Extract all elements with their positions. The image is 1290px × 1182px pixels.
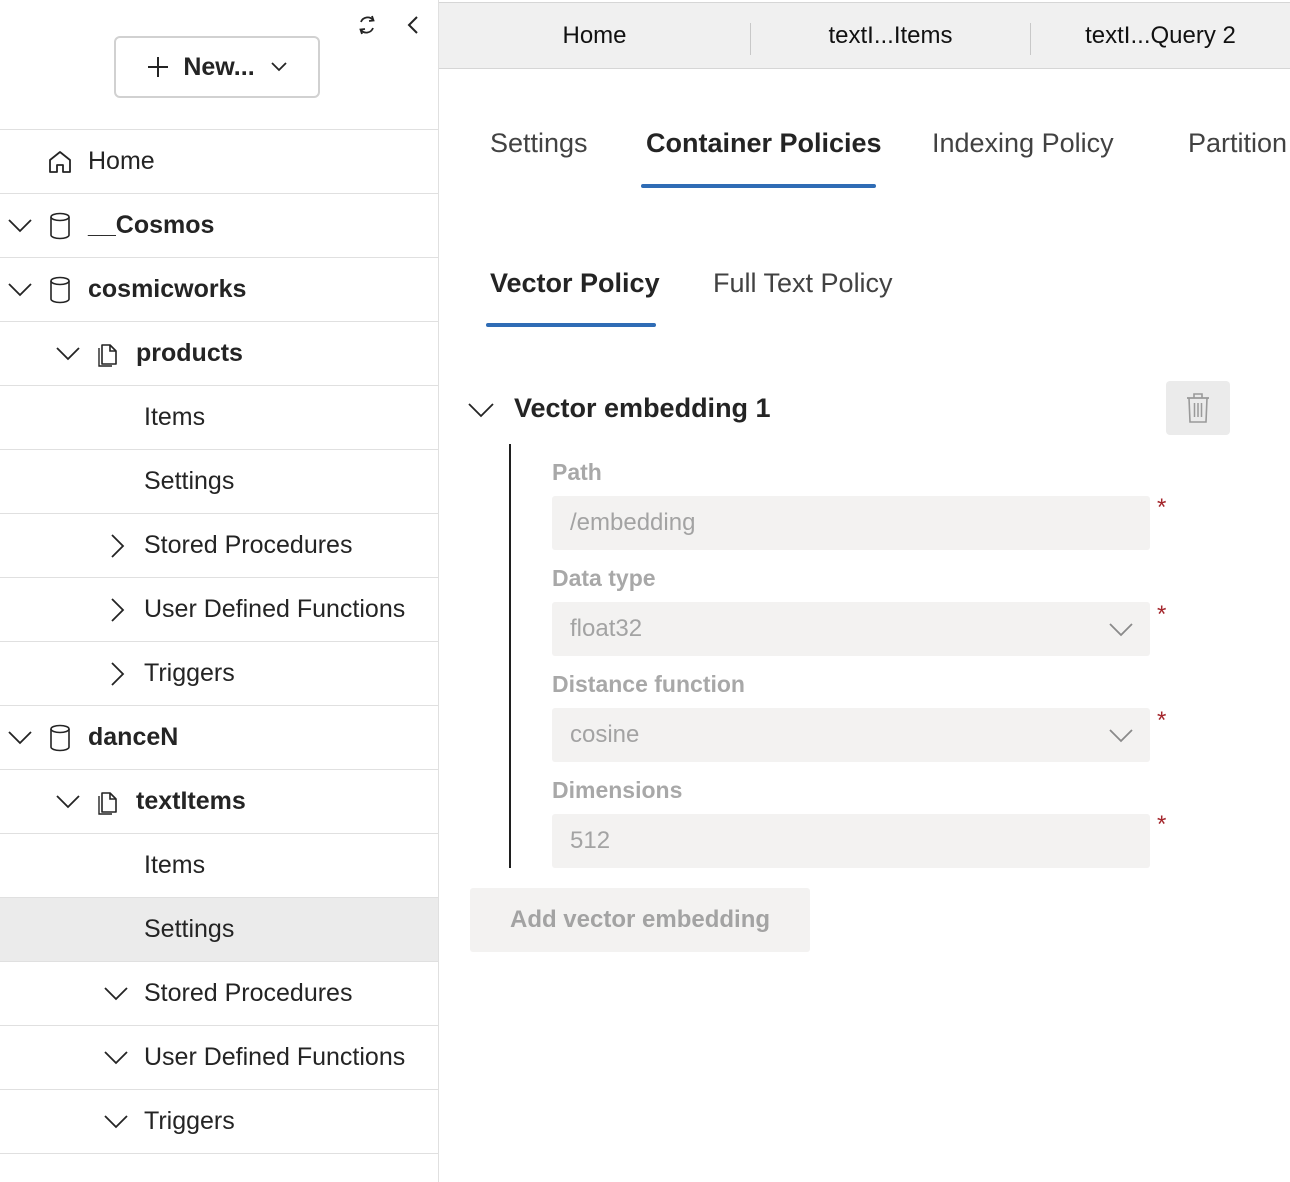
tab-indexing-policy[interactable]: Indexing Policy — [932, 128, 1114, 159]
resource-tree-panel: New... Home __Cosmos cosmicworks product… — [0, 0, 439, 1182]
tree-item-label: danceN — [88, 723, 179, 751]
tree-item-textitems-triggers[interactable]: Triggers — [0, 1090, 438, 1154]
data-type-value: float32 — [570, 615, 643, 642]
distance-function-label: Distance function — [552, 671, 745, 697]
refresh-icon[interactable] — [354, 12, 380, 38]
tab-container-policies[interactable]: Container Policies — [646, 128, 882, 159]
new-button-label: New... — [183, 52, 255, 81]
tree-item-label: Items — [144, 851, 206, 879]
tree-item-database-dancen[interactable]: danceN — [0, 706, 438, 770]
chevron-right-icon[interactable] — [104, 660, 132, 688]
home-icon — [46, 147, 74, 177]
required-indicator: * — [1157, 811, 1167, 838]
tree-item-database-cosmicworks[interactable]: cosmicworks — [0, 258, 438, 322]
tree-item-label: Settings — [144, 467, 235, 495]
required-indicator: * — [1157, 494, 1167, 521]
embedding-collapse-toggle[interactable] — [467, 392, 495, 428]
tree-item-label: __Cosmos — [88, 211, 215, 239]
delete-embedding-button[interactable] — [1166, 381, 1230, 435]
tree-item-database-cosmos[interactable]: __Cosmos — [0, 194, 438, 258]
dimensions-field[interactable] — [552, 814, 1150, 868]
path-input[interactable] — [570, 509, 1110, 537]
dimensions-label: Dimensions — [552, 777, 683, 803]
chevron-down-icon[interactable] — [54, 340, 82, 368]
tree-item-products-items[interactable]: Items — [0, 386, 438, 450]
tree-item-textitems-items[interactable]: Items — [0, 834, 438, 898]
database-icon — [46, 211, 74, 241]
tree-item-label: products — [136, 339, 243, 367]
document-icon — [94, 339, 122, 369]
embedding-group-line — [509, 444, 511, 868]
document-icon — [94, 787, 122, 817]
database-icon — [46, 723, 74, 753]
collapse-panel-icon[interactable] — [402, 12, 424, 38]
chevron-down-icon — [271, 62, 287, 72]
tree-item-label: Stored Procedures — [144, 979, 353, 1007]
tree-item-products-settings[interactable]: Settings — [0, 450, 438, 514]
chevron-down-icon[interactable] — [54, 788, 82, 816]
tree-item-label: User Defined Functions — [144, 1043, 406, 1071]
tree-item-label: Triggers — [144, 1107, 235, 1135]
tree-item-products-triggers[interactable]: Triggers — [0, 642, 438, 706]
tree-item-label: textItems — [136, 787, 246, 815]
tab-label: Home — [562, 21, 627, 49]
chevron-down-icon[interactable] — [102, 1044, 130, 1072]
path-label: Path — [552, 459, 602, 485]
tree-item-label: Triggers — [144, 659, 235, 687]
chevron-down-icon[interactable] — [6, 276, 34, 304]
tree-item-label: Settings — [144, 915, 235, 943]
tree-item-label: User Defined Functions — [144, 595, 406, 623]
tree-item-textitems-udfs[interactable]: User Defined Functions — [0, 1026, 438, 1090]
chevron-down-icon[interactable] — [6, 724, 34, 752]
tab-textitems-query[interactable]: textI...Query 2 — [1031, 3, 1290, 68]
distance-function-value: cosine — [570, 721, 640, 748]
distance-function-dropdown[interactable]: cosine — [552, 708, 1150, 762]
tab-label: textI...Query 2 — [1085, 21, 1236, 49]
tree-item-label: Home — [88, 147, 155, 175]
tree-item-label: Items — [144, 403, 206, 431]
database-icon — [46, 275, 74, 305]
required-indicator: * — [1157, 707, 1167, 734]
tab-label: textI...Items — [828, 21, 953, 49]
data-type-dropdown[interactable]: float32 — [552, 602, 1150, 656]
tab-textitems-items[interactable]: textI...Items — [751, 3, 1030, 68]
plus-icon — [147, 56, 169, 78]
chevron-down-icon[interactable] — [6, 212, 34, 240]
chevron-down-icon — [1108, 619, 1134, 641]
path-field[interactable] — [552, 496, 1150, 550]
required-indicator: * — [1157, 601, 1167, 628]
tree-item-home[interactable]: Home — [0, 130, 438, 194]
main-content: Home textI...Items textI...Query 2 Setti… — [439, 0, 1290, 1182]
dimensions-input[interactable] — [570, 827, 1110, 855]
add-vector-embedding-label: Add vector embedding — [509, 906, 771, 933]
tab-partition[interactable]: Partition — [1188, 128, 1287, 159]
data-type-label: Data type — [552, 565, 656, 591]
chevron-right-icon[interactable] — [104, 532, 132, 560]
tree-item-textitems-stored-procedures[interactable]: Stored Procedures — [0, 962, 438, 1026]
chevron-down-icon — [468, 403, 494, 418]
tab-settings[interactable]: Settings — [490, 128, 588, 159]
tree-item-products-udfs[interactable]: User Defined Functions — [0, 578, 438, 642]
active-tab-indicator — [641, 184, 876, 188]
tree-item-label: Stored Procedures — [144, 531, 353, 559]
sidebar-header: New... — [0, 0, 438, 130]
tab-vector-policy[interactable]: Vector Policy — [490, 268, 660, 299]
tree-item-products-stored-procedures[interactable]: Stored Procedures — [0, 514, 438, 578]
chevron-right-icon[interactable] — [104, 596, 132, 624]
tree-item-container-textitems[interactable]: textItems — [0, 770, 438, 834]
tree-item-container-products[interactable]: products — [0, 322, 438, 386]
new-button[interactable]: New... — [114, 36, 320, 98]
chevron-down-icon[interactable] — [102, 980, 130, 1008]
tab-full-text-policy[interactable]: Full Text Policy — [713, 268, 893, 299]
tree-item-label: cosmicworks — [88, 275, 247, 303]
embedding-title: Vector embedding 1 — [514, 393, 771, 423]
tree-item-textitems-settings[interactable]: Settings — [0, 898, 438, 962]
add-vector-embedding-button[interactable]: Add vector embedding — [470, 888, 810, 952]
chevron-down-icon — [1108, 725, 1134, 747]
chevron-down-icon[interactable] — [102, 1108, 130, 1136]
trash-icon — [1187, 393, 1209, 423]
active-subtab-indicator — [486, 323, 656, 327]
document-tab-bar: Home textI...Items textI...Query 2 — [439, 2, 1290, 69]
tab-home[interactable]: Home — [439, 3, 750, 68]
